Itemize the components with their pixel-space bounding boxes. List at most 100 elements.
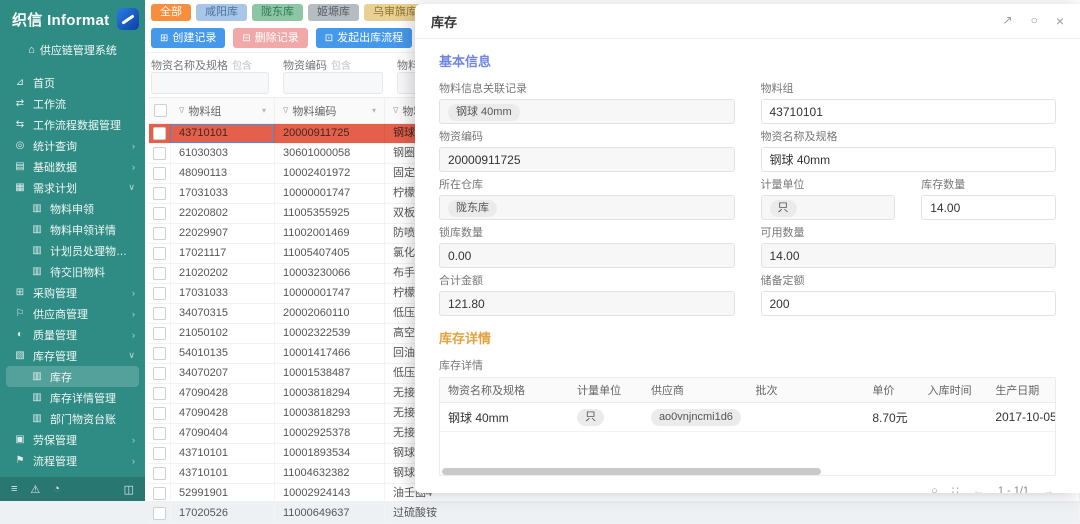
field-reserve-quota: 储备定额 200 xyxy=(761,272,1057,316)
line-chart-icon: ⊿ xyxy=(14,77,26,88)
refresh-icon[interactable]: ○ xyxy=(931,485,938,494)
row-checkbox[interactable] xyxy=(153,427,166,440)
row-checkbox-cell xyxy=(149,184,171,203)
alert-icon[interactable]: ⚠ xyxy=(30,483,40,496)
workflow-icon: ⇄ xyxy=(14,98,26,109)
cell-material-group: 43710101 xyxy=(171,124,275,143)
supplier-tag: ao0vnjncmi1d6 xyxy=(651,409,741,426)
prev-page-icon[interactable]: ← xyxy=(973,485,984,494)
row-checkbox[interactable] xyxy=(153,287,166,300)
material-name-input[interactable]: 钢球 40mm xyxy=(761,147,1057,172)
sidebar-item-material-request[interactable]: ▥物料申领 xyxy=(0,198,145,219)
row-checkbox[interactable] xyxy=(153,407,166,420)
warehouse-tab-all[interactable]: 全部 xyxy=(151,4,191,21)
row-checkbox[interactable] xyxy=(153,267,166,280)
material-group-input[interactable]: 43710101 xyxy=(761,99,1057,124)
warehouse-tab[interactable]: 陇东库 xyxy=(252,4,303,21)
sidebar-item-process[interactable]: ⚑流程管理› xyxy=(0,450,145,471)
cell-material-code: 10000001747 xyxy=(275,184,385,203)
logo-icon xyxy=(117,8,139,30)
cell-material-code: 11000649637 xyxy=(275,504,385,523)
stock-qty-input[interactable]: 14.00 xyxy=(921,195,1056,220)
row-checkbox[interactable] xyxy=(153,327,166,340)
start-outbound-flow-button[interactable]: ⊡发起出库流程 xyxy=(316,28,412,48)
sidebar-item-labor[interactable]: ▣劳保管理› xyxy=(0,429,145,450)
fullscreen-icon[interactable]: ∷ xyxy=(952,484,959,493)
section-title-basic-info: 基本信息 xyxy=(439,51,1056,70)
scrollbar-thumb[interactable] xyxy=(442,468,821,475)
material-code-filter-input[interactable] xyxy=(283,72,383,94)
bell-icon[interactable]: ◔ xyxy=(53,483,60,495)
logo-text: 织信 Informat xyxy=(12,9,109,30)
sidebar-item-workflow[interactable]: ⇄工作流 xyxy=(0,93,145,114)
filter-hint: 包含 xyxy=(331,61,351,72)
collapse-sidebar-icon[interactable]: ◫ xyxy=(124,483,134,496)
unit-tag: 只 xyxy=(577,409,604,426)
column-header-material-group[interactable]: ∇物料组▾ xyxy=(171,98,275,123)
sidebar-item-supplier[interactable]: ⚐供应商管理› xyxy=(0,303,145,324)
row-checkbox[interactable] xyxy=(153,387,166,400)
cell-material-code: 10001893534 xyxy=(275,444,385,463)
subtable-row[interactable]: 钢球 40mm 只 ao0vnjncmi1d6 8.70元 2017-10-05 xyxy=(440,403,1055,432)
field-material-group: 物料组 43710101 xyxy=(761,80,1057,124)
row-checkbox-cell xyxy=(149,484,171,503)
locked-qty-input: 0.00 xyxy=(439,243,735,268)
row-checkbox[interactable] xyxy=(153,167,166,180)
row-checkbox[interactable] xyxy=(153,147,166,160)
filter-funnel-icon: ∇ xyxy=(179,106,184,115)
sidebar-item-material-request-detail[interactable]: ▥物料申领详情 xyxy=(0,219,145,240)
row-checkbox-cell xyxy=(149,424,171,443)
menu-icon[interactable]: ≡ xyxy=(11,483,17,495)
loading-icon[interactable]: ○ xyxy=(1031,13,1038,29)
sidebar-item-dept-ledger[interactable]: ▥部门物资台账 xyxy=(0,408,145,429)
expand-icon[interactable]: ↗ xyxy=(1003,13,1013,29)
field-available-qty: 可用数量 14.00 xyxy=(761,224,1057,268)
sidebar-item-inventory-mgmt[interactable]: ▧库存管理∨ xyxy=(0,345,145,366)
sidebar-item-planner-handle[interactable]: ▥计划员处理物料申领... xyxy=(0,240,145,261)
row-checkbox[interactable] xyxy=(153,447,166,460)
sidebar-item-inventory[interactable]: ▥库存 xyxy=(6,366,139,387)
sidebar-item-inventory-detail-mgmt[interactable]: ▥库存详情管理 xyxy=(0,387,145,408)
sidebar-item-home[interactable]: ⊿首页 xyxy=(0,72,145,93)
next-page-icon[interactable]: → xyxy=(1043,485,1054,494)
cell-material-code: 10003818293 xyxy=(275,404,385,423)
create-record-button[interactable]: ⊞创建记录 xyxy=(151,28,225,48)
row-checkbox[interactable] xyxy=(153,507,166,520)
sidebar-item-statistics[interactable]: ◎统计查询› xyxy=(0,135,145,156)
close-icon[interactable]: × xyxy=(1056,13,1064,29)
row-checkbox[interactable] xyxy=(153,127,166,140)
row-checkbox-cell xyxy=(149,324,171,343)
sidebar-item-quality[interactable]: ◐质量管理› xyxy=(0,324,145,345)
row-checkbox[interactable] xyxy=(153,187,166,200)
table-row[interactable]: 1702052611000649637过硫酸铵 xyxy=(149,504,1080,524)
column-header-material-code[interactable]: ∇物料编码▾ xyxy=(275,98,385,123)
reserve-quota-input[interactable]: 200 xyxy=(761,291,1057,316)
row-checkbox-cell xyxy=(149,204,171,223)
row-checkbox[interactable] xyxy=(153,467,166,480)
filter-funnel-icon: ∇ xyxy=(283,106,288,115)
sidebar-item-demand-plan[interactable]: ▦需求计划∨ xyxy=(0,177,145,198)
sidebar-item-base-data[interactable]: ▤基础数据› xyxy=(0,156,145,177)
material-name-filter-input[interactable] xyxy=(151,72,269,94)
warehouse-tab[interactable]: 咸阳库 xyxy=(196,4,247,21)
sidebar-item-old-material[interactable]: ▥待交旧物料 xyxy=(0,261,145,282)
stats-icon: ◎ xyxy=(14,140,26,151)
delete-record-button[interactable]: ⊟删除记录 xyxy=(233,28,307,48)
cell-material-code: 10002401972 xyxy=(275,164,385,183)
chevron-right-icon: › xyxy=(132,456,135,466)
select-all-checkbox[interactable] xyxy=(154,104,167,117)
sidebar-item-purchase[interactable]: ⊞采购管理› xyxy=(0,282,145,303)
field-locked-qty: 锁库数量 0.00 xyxy=(439,224,735,268)
row-checkbox[interactable] xyxy=(153,247,166,260)
subtable-cell-production-date: 2017-10-05 xyxy=(987,410,1055,424)
row-checkbox[interactable] xyxy=(153,227,166,240)
warehouse-tab[interactable]: 姬塬库 xyxy=(308,4,359,21)
row-checkbox[interactable] xyxy=(153,307,166,320)
sidebar-item-workflow-data[interactable]: ⇆工作流程数据管理 xyxy=(0,114,145,135)
row-checkbox[interactable] xyxy=(153,487,166,500)
row-checkbox[interactable] xyxy=(153,367,166,380)
sidebar-menu: ⊿首页 ⇄工作流 ⇆工作流程数据管理 ◎统计查询› ▤基础数据› ▦需求计划∨ … xyxy=(0,72,145,471)
row-checkbox[interactable] xyxy=(153,347,166,360)
row-checkbox[interactable] xyxy=(153,207,166,220)
field-linked-record: 物料信息关联记录 钢球 40mm xyxy=(439,80,735,124)
